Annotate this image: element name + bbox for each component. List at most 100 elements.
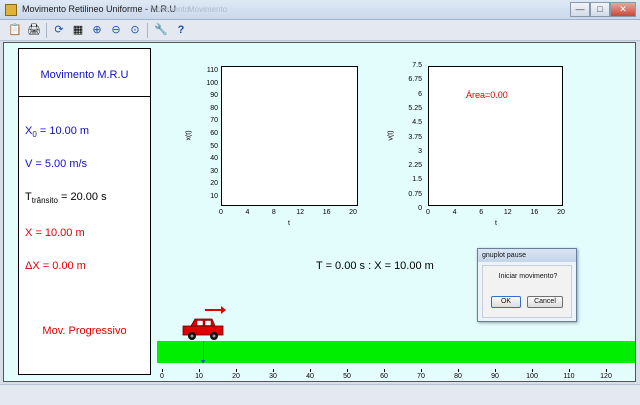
panel-title: Movimento M.R.U [19,49,150,97]
dialog-message: Iniciar movimento? [498,273,558,280]
dialog-title: gnuplot pause [478,249,576,262]
vt-y-tick-label: 6 [418,90,422,98]
refresh-icon[interactable]: ⟳ [52,23,66,37]
position-readout: X = 10.00 m [25,227,85,239]
xt-y-tick-label: 50 [210,142,218,150]
scale-tick [569,369,570,372]
xt-x-tick-label: 0 [219,209,223,216]
scale-tick [606,369,607,372]
motion-type-label: Mov. Progressivo [42,325,127,337]
xt-x-tick-label: 8 [271,209,276,216]
xt-x-tick-label: 4 [245,209,250,216]
vt-x-tick-label: 0 [426,209,430,216]
xt-y-tick-label: 40 [210,155,218,163]
transit-time-readout: Ttrânsito = 20.00 s [25,191,107,206]
vt-x-tick-label: 12 [503,209,512,216]
scale-tick-label: 0 [160,373,164,380]
ground-strip [157,341,635,363]
scale-tick-label: 90 [491,373,499,380]
scale-tick-label: 60 [380,373,388,380]
simulation-canvas: Movimento M.R.U X0 = 10.00 m V = 5.00 m/… [3,42,636,382]
initial-position-readout: X0 = 10.00 m [25,125,90,140]
xt-y-tick-label: 90 [210,92,218,100]
area-label: Área=0.00 [466,90,508,100]
background-tab-label: Movimento [188,5,228,14]
scale-tick-label: 40 [306,373,314,380]
vt-x-tick-label: 16 [530,209,539,216]
vt-y-tick-label: 3 [418,147,422,155]
vt-y-tick-label: 3.75 [408,133,422,141]
xt-y-tick-label: 100 [206,79,218,87]
vt-y-tick-label: 1.5 [412,176,422,184]
scale-tick-label: 110 [563,373,575,380]
scale-tick [384,369,385,372]
toolbar-separator [147,23,148,38]
vt-y-tick-label: 0 [418,205,422,212]
xt-y-tick-label: 20 [210,180,218,188]
xt-x-tick-label: 16 [322,209,331,216]
xt-y-tick-label: 30 [210,167,218,175]
vt-y-tick-label: 7.5 [412,62,422,69]
scale-tick [273,369,274,372]
scale-tick [495,369,496,372]
zoom-fit-icon[interactable]: ⊙ [128,23,142,37]
scale-tick [199,369,200,372]
scale-tick-label: 10 [195,373,203,380]
vt-y-tick-label: 4.5 [412,119,422,127]
vt-x-axis-label: t [495,220,497,227]
help-icon[interactable]: ? [174,23,188,37]
title-bar: Movimento Retilineo Uniforme - M.R.U Mov… [0,0,640,20]
scale-tick [421,369,422,372]
scale-tick-label: 70 [417,373,425,380]
ok-button[interactable]: OK [491,296,521,308]
vt-x-tick-label: 6 [479,209,484,216]
print-icon[interactable]: 🖨 [27,23,41,37]
xt-y-tick-label: 70 [210,117,218,125]
xt-y-tick-label: 60 [210,130,218,137]
vt-y-tick-label: 5.25 [408,104,422,112]
scale-tick [310,369,311,372]
scale-tick [532,369,533,372]
position-time-plot [221,66,358,206]
xt-y-tick-label: 110 [206,67,218,74]
velocity-readout: V = 5.00 m/s [25,158,88,170]
xt-x-tick-label: 20 [349,209,357,216]
vt-y-tick-label: 0.75 [408,190,422,198]
background-tab-label: Movimento [150,5,190,14]
zoom-in-icon[interactable]: ⊕ [90,23,104,37]
cancel-button[interactable]: Cancel [527,296,563,308]
scale-tick-label: 80 [454,373,462,380]
settings-icon[interactable]: 🔧 [154,23,168,37]
xt-y-tick-label: 10 [210,193,218,200]
xt-y-tick-label: 80 [210,104,218,112]
vt-y-axis-label: v(t) [387,130,395,141]
vt-x-tick-label: 4 [452,209,457,216]
scale-tick [236,369,237,372]
vt-y-tick-label: 2.25 [408,162,422,170]
toolbar: 📋 🖨 ⟳ ▦ ⊕ ⊖ ⊙ 🔧 ? [0,20,640,41]
position-scale: 0 10 20 30 40 50 60 70 80 90 100 110 120 [4,369,637,383]
scale-tick-label: 50 [343,373,351,380]
scale-tick-label: 120 [600,373,612,380]
scale-tick-label: 20 [232,373,240,380]
scale-tick-label: 100 [526,373,538,380]
time-position-readout: T = 0.00 s : X = 10.00 m [316,260,434,272]
clipboard-icon[interactable]: 📋 [8,23,22,37]
scale-tick [347,369,348,372]
grid-icon[interactable]: ▦ [71,23,85,37]
xt-x-tick-label: 12 [296,209,305,216]
close-button[interactable]: ✕ [610,2,636,17]
vt-y-tick-label: 6.75 [408,76,422,84]
xt-x-axis-label: t [288,220,290,227]
velocity-arrow-icon [205,306,226,314]
position-marker-icon [201,341,205,364]
velocity-time-plot [428,66,563,206]
maximize-button[interactable]: □ [590,2,610,17]
dialog-body: Iniciar movimento? OK Cancel [482,265,572,318]
displacement-readout: ΔX = 0.00 m [25,260,86,272]
scale-tick [162,369,163,372]
minimize-button[interactable]: — [570,2,590,17]
zoom-out-icon[interactable]: ⊖ [109,23,123,37]
car-icon [182,318,224,340]
status-bar [0,384,640,405]
